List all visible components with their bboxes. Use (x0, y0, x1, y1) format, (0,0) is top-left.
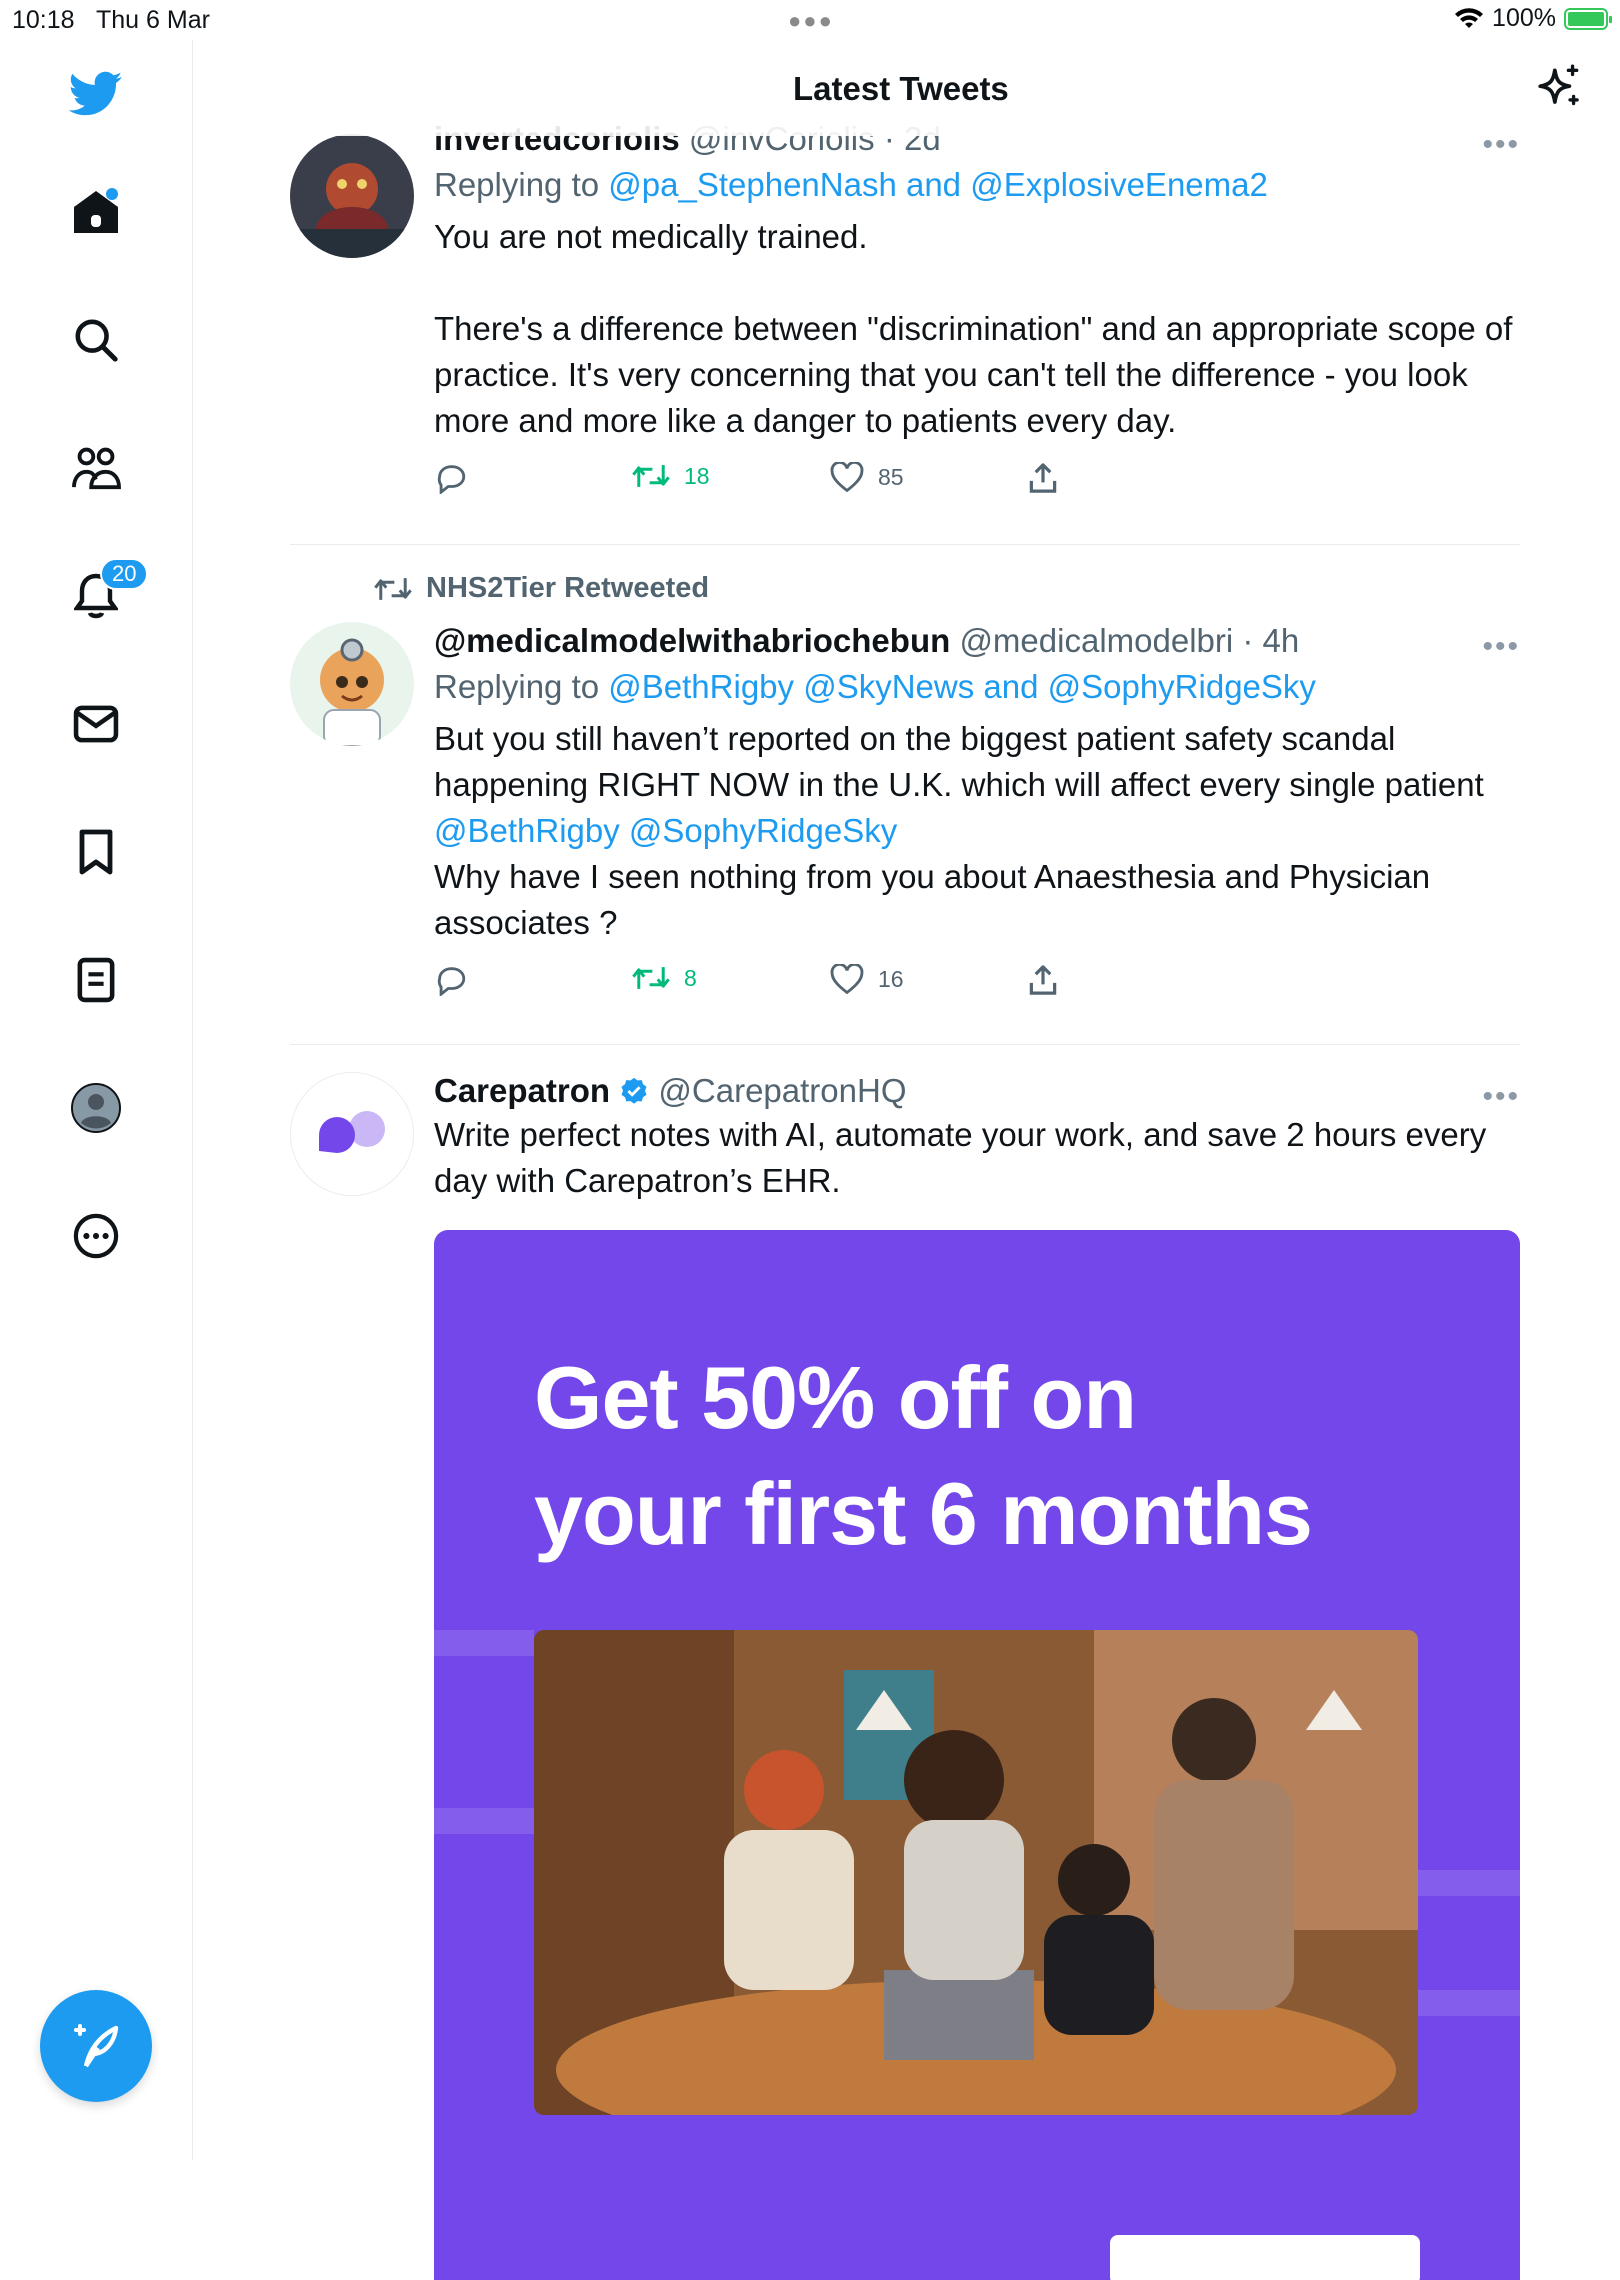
promoted-media-card[interactable]: Get 50% off on your first 6 months (434, 1230, 1520, 2280)
share-icon (1029, 463, 1057, 493)
search-icon (75, 319, 118, 362)
heart-icon (830, 964, 864, 994)
reply-to-links[interactable]: @BethRigby @SkyNews and @SophyRidgeSky (608, 668, 1316, 705)
header: Latest Tweets (193, 40, 1620, 136)
communities-icon (72, 447, 121, 490)
share-icon (1029, 965, 1057, 995)
twitter-logo-icon[interactable] (64, 62, 128, 126)
ad-cta-button[interactable] (1110, 2235, 1420, 2280)
reply-prefix: Replying to (434, 668, 609, 705)
tweet-mentions[interactable]: @BethRigby @SophyRidgeSky (434, 812, 897, 849)
sparkle-icon[interactable] (1534, 62, 1584, 117)
retweeted-by[interactable]: NHS2Tier Retweeted (374, 572, 709, 605)
retweeted-label: NHS2Tier Retweeted (426, 572, 710, 604)
heart-icon (830, 462, 864, 492)
tweet-more-icon[interactable]: ••• (1482, 1080, 1520, 1114)
compose-feather-icon (74, 2024, 119, 2068)
like-button[interactable]: 85 (830, 462, 904, 492)
avatar (71, 1083, 121, 1133)
ad-headline-line-2: your first 6 months (534, 1464, 1313, 1563)
retweet-button[interactable]: 8 (632, 964, 697, 992)
nav-explore[interactable] (64, 308, 128, 372)
sidebar: 20 (0, 40, 193, 2160)
reply-prefix: Replying to (434, 166, 609, 203)
avatar[interactable] (290, 622, 414, 746)
nav-communities[interactable] (64, 436, 128, 500)
ad-photo (534, 1630, 1418, 2115)
decorative-stripe (434, 1808, 534, 1834)
retweet-icon (374, 577, 412, 600)
verified-badge-icon (621, 1077, 647, 1104)
status-time: 10:18 (12, 6, 75, 34)
retweet-count: 8 (684, 964, 697, 991)
page-title: Latest Tweets (793, 70, 1009, 107)
multitasking-dots-icon[interactable]: ●●● (788, 8, 834, 34)
reply-icon (437, 465, 466, 494)
decorative-stripe (1418, 1870, 1520, 1896)
reply-to-links[interactable]: @pa_StephenNash and @ExplosiveEnema2 (608, 166, 1268, 203)
avatar[interactable] (290, 134, 414, 258)
nav-profile[interactable] (64, 1076, 128, 1140)
like-button[interactable]: 16 (830, 964, 904, 994)
nav-notifications[interactable]: 20 (64, 558, 149, 628)
retweet-count: 18 (684, 462, 710, 489)
timestamp: · 4h (1242, 622, 1300, 659)
decorative-stripe (434, 1630, 534, 1656)
retweet-icon (632, 465, 670, 487)
status-bar: 10:18 Thu 6 Mar ●●● 100% (0, 0, 1620, 40)
tweet-more-icon[interactable]: ••• (1482, 630, 1520, 664)
reply-icon (437, 967, 466, 996)
tweet-text: You are not medically trained. There's a… (434, 218, 1513, 439)
mail-icon (73, 705, 119, 743)
tweet-text: But you still haven’t reported on the bi… (434, 720, 1484, 803)
handle[interactable]: @CarepatronHQ (658, 1072, 906, 1109)
ad-headline-line-1: Get 50% off on (534, 1348, 1137, 1447)
battery-icon (1564, 7, 1612, 30)
avatar[interactable] (290, 1072, 414, 1196)
reply-button[interactable] (434, 964, 468, 996)
divider (290, 1044, 1520, 1045)
display-name[interactable]: @medicalmodelwithabriochebun (434, 622, 950, 659)
nav-more[interactable] (64, 1204, 128, 1268)
retweet-button[interactable]: 18 (632, 462, 710, 490)
unread-dot (106, 188, 118, 200)
share-button[interactable] (1028, 462, 1058, 494)
tweet-text: Write perfect notes with AI, automate yo… (434, 1116, 1496, 1199)
tweet-text: Why have I seen nothing from you about A… (434, 858, 1440, 941)
decorative-stripe (1418, 1990, 1520, 2016)
retweet-icon (632, 967, 670, 989)
lists-icon (77, 957, 115, 1003)
handle[interactable]: @medicalmodelbri (959, 622, 1233, 659)
display-name[interactable]: Carepatron (434, 1072, 610, 1109)
compose-tweet-button[interactable] (40, 1990, 152, 2102)
battery-percent: 100% (1492, 4, 1556, 32)
notifications-badge: 20 (100, 558, 149, 590)
like-count: 85 (878, 463, 904, 490)
reply-button[interactable] (434, 462, 468, 494)
nav-home[interactable] (64, 180, 128, 244)
bookmark-icon (79, 829, 113, 875)
nav-messages[interactable] (64, 692, 128, 756)
divider (290, 544, 1520, 545)
status-date: Thu 6 Mar (96, 6, 210, 34)
nav-bookmarks[interactable] (64, 820, 128, 884)
nav-lists[interactable] (64, 948, 128, 1012)
wifi-icon (1455, 7, 1484, 28)
like-count: 16 (878, 965, 904, 992)
more-circle-icon (73, 1213, 119, 1259)
share-button[interactable] (1028, 964, 1058, 996)
